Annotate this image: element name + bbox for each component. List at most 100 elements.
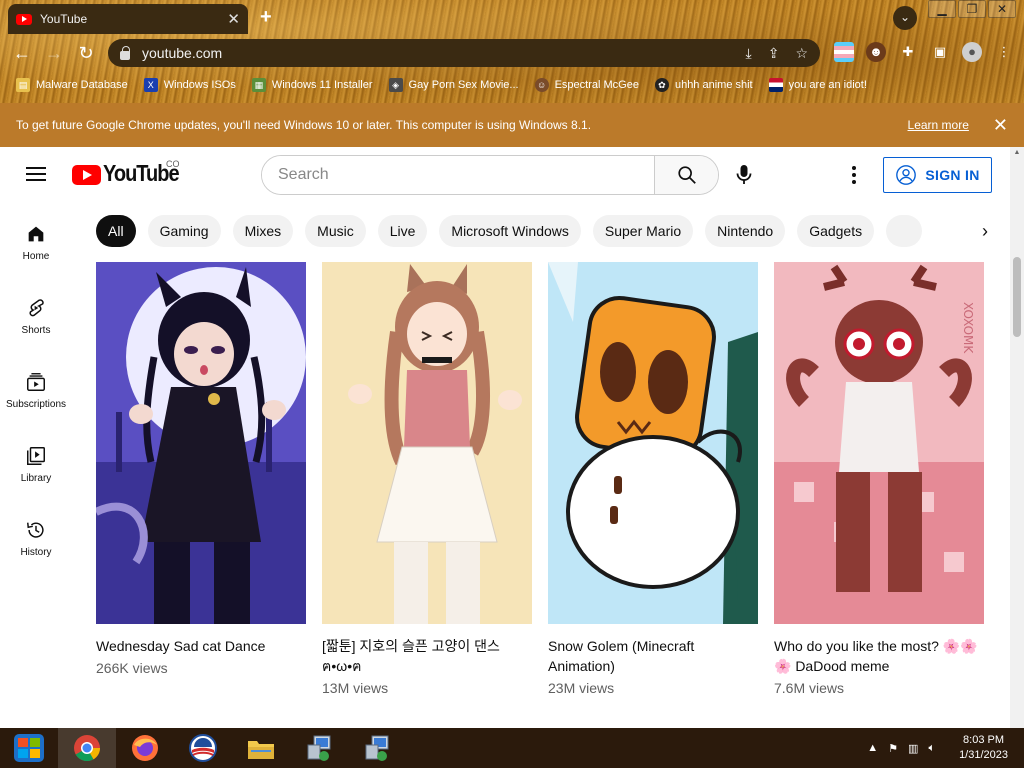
account-icon — [896, 165, 917, 185]
chip-gaming[interactable]: Gaming — [147, 215, 221, 247]
show-hidden-icons-icon[interactable]: ▲ — [867, 742, 878, 754]
taskbar-clock[interactable]: 8:03 PM 1/31/2023 — [959, 733, 1008, 763]
chip-super-mario[interactable]: Super Mario — [592, 215, 694, 247]
chips-next-button[interactable]: › — [950, 203, 1010, 259]
restore-button[interactable]: ❐ — [958, 0, 986, 18]
anime-icon: ✿ — [654, 78, 669, 92]
start-button[interactable] — [0, 728, 58, 768]
video-thumbnail[interactable] — [548, 262, 758, 624]
install-app-icon[interactable]: ⤓ — [746, 45, 752, 62]
bookmark-item[interactable]: ☺ Espectral McGee — [534, 78, 639, 92]
network-setup-icon — [365, 735, 389, 761]
browser-toolbar: ← → ↻ youtube.com ⤓ ⇪ ☆ ☻ ✚ ▣ ● ⋮ — [0, 36, 1024, 70]
learn-more-link[interactable]: Learn more — [908, 118, 969, 132]
bookmark-item[interactable]: ◈ Gay Porn Sex Movie... — [388, 78, 519, 92]
reload-button[interactable]: ↻ — [70, 37, 102, 69]
home-icon — [28, 226, 44, 242]
sidebar-item-shorts[interactable]: Shorts — [0, 297, 72, 336]
bookmark-item[interactable]: you are an idiot! — [768, 78, 867, 92]
chip-music[interactable]: Music — [305, 215, 366, 247]
video-card[interactable]: Wednesday Sad cat Dance 266K views — [96, 262, 306, 676]
chip-mixes[interactable]: Mixes — [232, 215, 294, 247]
search-input[interactable] — [262, 156, 654, 194]
bookmark-item[interactable]: ▤ Malware Database — [16, 78, 128, 92]
voice-search-button[interactable] — [730, 161, 758, 189]
sidebar-item-home[interactable]: Home — [0, 223, 72, 262]
sign-in-button[interactable]: SIGN IN — [883, 157, 992, 193]
video-views: 23M views — [548, 680, 615, 696]
bookmark-item[interactable]: X Windows ISOs — [143, 78, 236, 92]
tab-search-button[interactable]: ⌄ — [893, 6, 917, 30]
page-scrollbar[interactable]: ▲ — [1010, 147, 1024, 728]
window-close-button[interactable]: ✕ — [988, 0, 1016, 18]
settings-menu-icon[interactable] — [842, 163, 866, 187]
minimize-button[interactable]: ▁ — [928, 0, 956, 18]
address-bar[interactable]: youtube.com ⤓ ⇪ ☆ — [108, 39, 820, 67]
chip-live[interactable]: Live — [377, 215, 428, 247]
side-panel-icon[interactable]: ▣ — [930, 42, 950, 62]
youtube-favicon-icon — [16, 13, 32, 25]
profile-icon[interactable]: ● — [962, 42, 982, 62]
chip-nintendo[interactable]: Nintendo — [705, 215, 786, 247]
search-button[interactable] — [654, 156, 718, 194]
sidebar-item-label: Library — [20, 473, 52, 484]
youtube-logo[interactable]: YouTube CO — [72, 159, 180, 187]
taskbar-chrome[interactable] — [58, 728, 116, 768]
bookmark-star-icon[interactable]: ☆ — [795, 45, 808, 62]
chip-gadgets[interactable]: Gadgets — [797, 215, 875, 247]
clock-date: 1/31/2023 — [959, 749, 1008, 761]
avatar-extension-icon[interactable]: ☻ — [866, 42, 886, 62]
chip-microsoft-windows[interactable]: Microsoft Windows — [439, 215, 581, 247]
video-thumbnail[interactable] — [322, 262, 532, 624]
sidebar-item-history[interactable]: History — [0, 519, 72, 558]
video-card[interactable]: Snow Golem (Minecraft Animation) 23M vie… — [548, 262, 758, 696]
flag-icon — [768, 78, 783, 92]
video-card[interactable]: [짧툰] 지호의 슬픈 고양이 댄스 ฅ•ω•ฅ 13M views — [322, 262, 532, 696]
guide-menu-icon[interactable] — [26, 167, 46, 181]
url-text: youtube.com — [142, 45, 223, 61]
tab-close-button[interactable]: ✕ — [227, 10, 240, 28]
video-thumbnail[interactable] — [96, 262, 306, 624]
bookmark-item[interactable]: ✿ uhhh anime shit — [654, 78, 753, 92]
forward-button[interactable]: → — [38, 37, 70, 69]
video-card[interactable]: XOXOMK Who do you like the most? 🌸🌸🌸 DaD… — [774, 262, 984, 696]
bookmark-item[interactable]: ▦ Windows 11 Installer — [251, 78, 373, 92]
taskbar-file-explorer[interactable] — [232, 728, 290, 768]
chrome-menu-icon[interactable]: ⋮ — [994, 42, 1014, 62]
video-title[interactable]: Wednesday Sad cat Dance — [96, 636, 306, 656]
snow-golem-thumbnail-image — [548, 262, 758, 624]
trans-flag-extension-icon[interactable] — [834, 42, 854, 62]
video-title[interactable]: [짧툰] 지호의 슬픈 고양이 댄스 ฅ•ω•ฅ — [322, 636, 532, 676]
network-icon[interactable]: ▥ — [908, 742, 918, 755]
scrollbar-thumb[interactable] — [1013, 257, 1021, 337]
infobar-close-button[interactable]: ✕ — [993, 115, 1008, 136]
cat-girl-dance-thumbnail-image — [322, 262, 532, 624]
lock-icon — [120, 45, 130, 60]
video-title[interactable]: Who do you like the most? 🌸🌸🌸 DaDood mem… — [774, 636, 984, 676]
new-tab-button[interactable]: + — [260, 6, 272, 29]
taskbar-network-setup[interactable] — [290, 728, 348, 768]
chip-all[interactable]: All — [96, 215, 136, 247]
file-explorer-icon — [248, 741, 274, 759]
chip-partial[interactable] — [886, 215, 922, 247]
sidebar-item-library[interactable]: Library — [0, 445, 72, 484]
sidebar-item-subscriptions[interactable]: Subscriptions — [0, 371, 72, 410]
taskbar-obama[interactable] — [174, 728, 232, 768]
puzzle-extensions-icon[interactable]: ✚ — [898, 42, 918, 62]
scroll-up-icon[interactable]: ▲ — [1010, 147, 1024, 159]
volume-icon[interactable]: 🔈︎ — [928, 742, 935, 755]
library-icon — [27, 447, 45, 465]
video-thumbnail[interactable]: XOXOMK — [774, 262, 984, 624]
browser-tab[interactable]: YouTube ✕ — [8, 4, 248, 34]
share-icon[interactable]: ⇪ — [768, 45, 780, 62]
firefox-icon — [132, 735, 158, 761]
obama-icon — [189, 734, 217, 762]
taskbar-network-setup[interactable] — [348, 728, 406, 768]
taskbar-firefox[interactable] — [116, 728, 174, 768]
video-title[interactable]: Snow Golem (Minecraft Animation) — [548, 636, 758, 676]
back-button[interactable]: ← — [6, 37, 38, 69]
filter-chips-bar: All Gaming Mixes Music Live Microsoft Wi… — [72, 203, 1010, 259]
deer-girl-thumbnail-image: XOXOMK — [774, 262, 984, 624]
action-center-flag-icon[interactable]: ⚑ — [888, 742, 898, 755]
extensions-area: ☻ ✚ ▣ ● ⋮ — [834, 42, 1014, 62]
